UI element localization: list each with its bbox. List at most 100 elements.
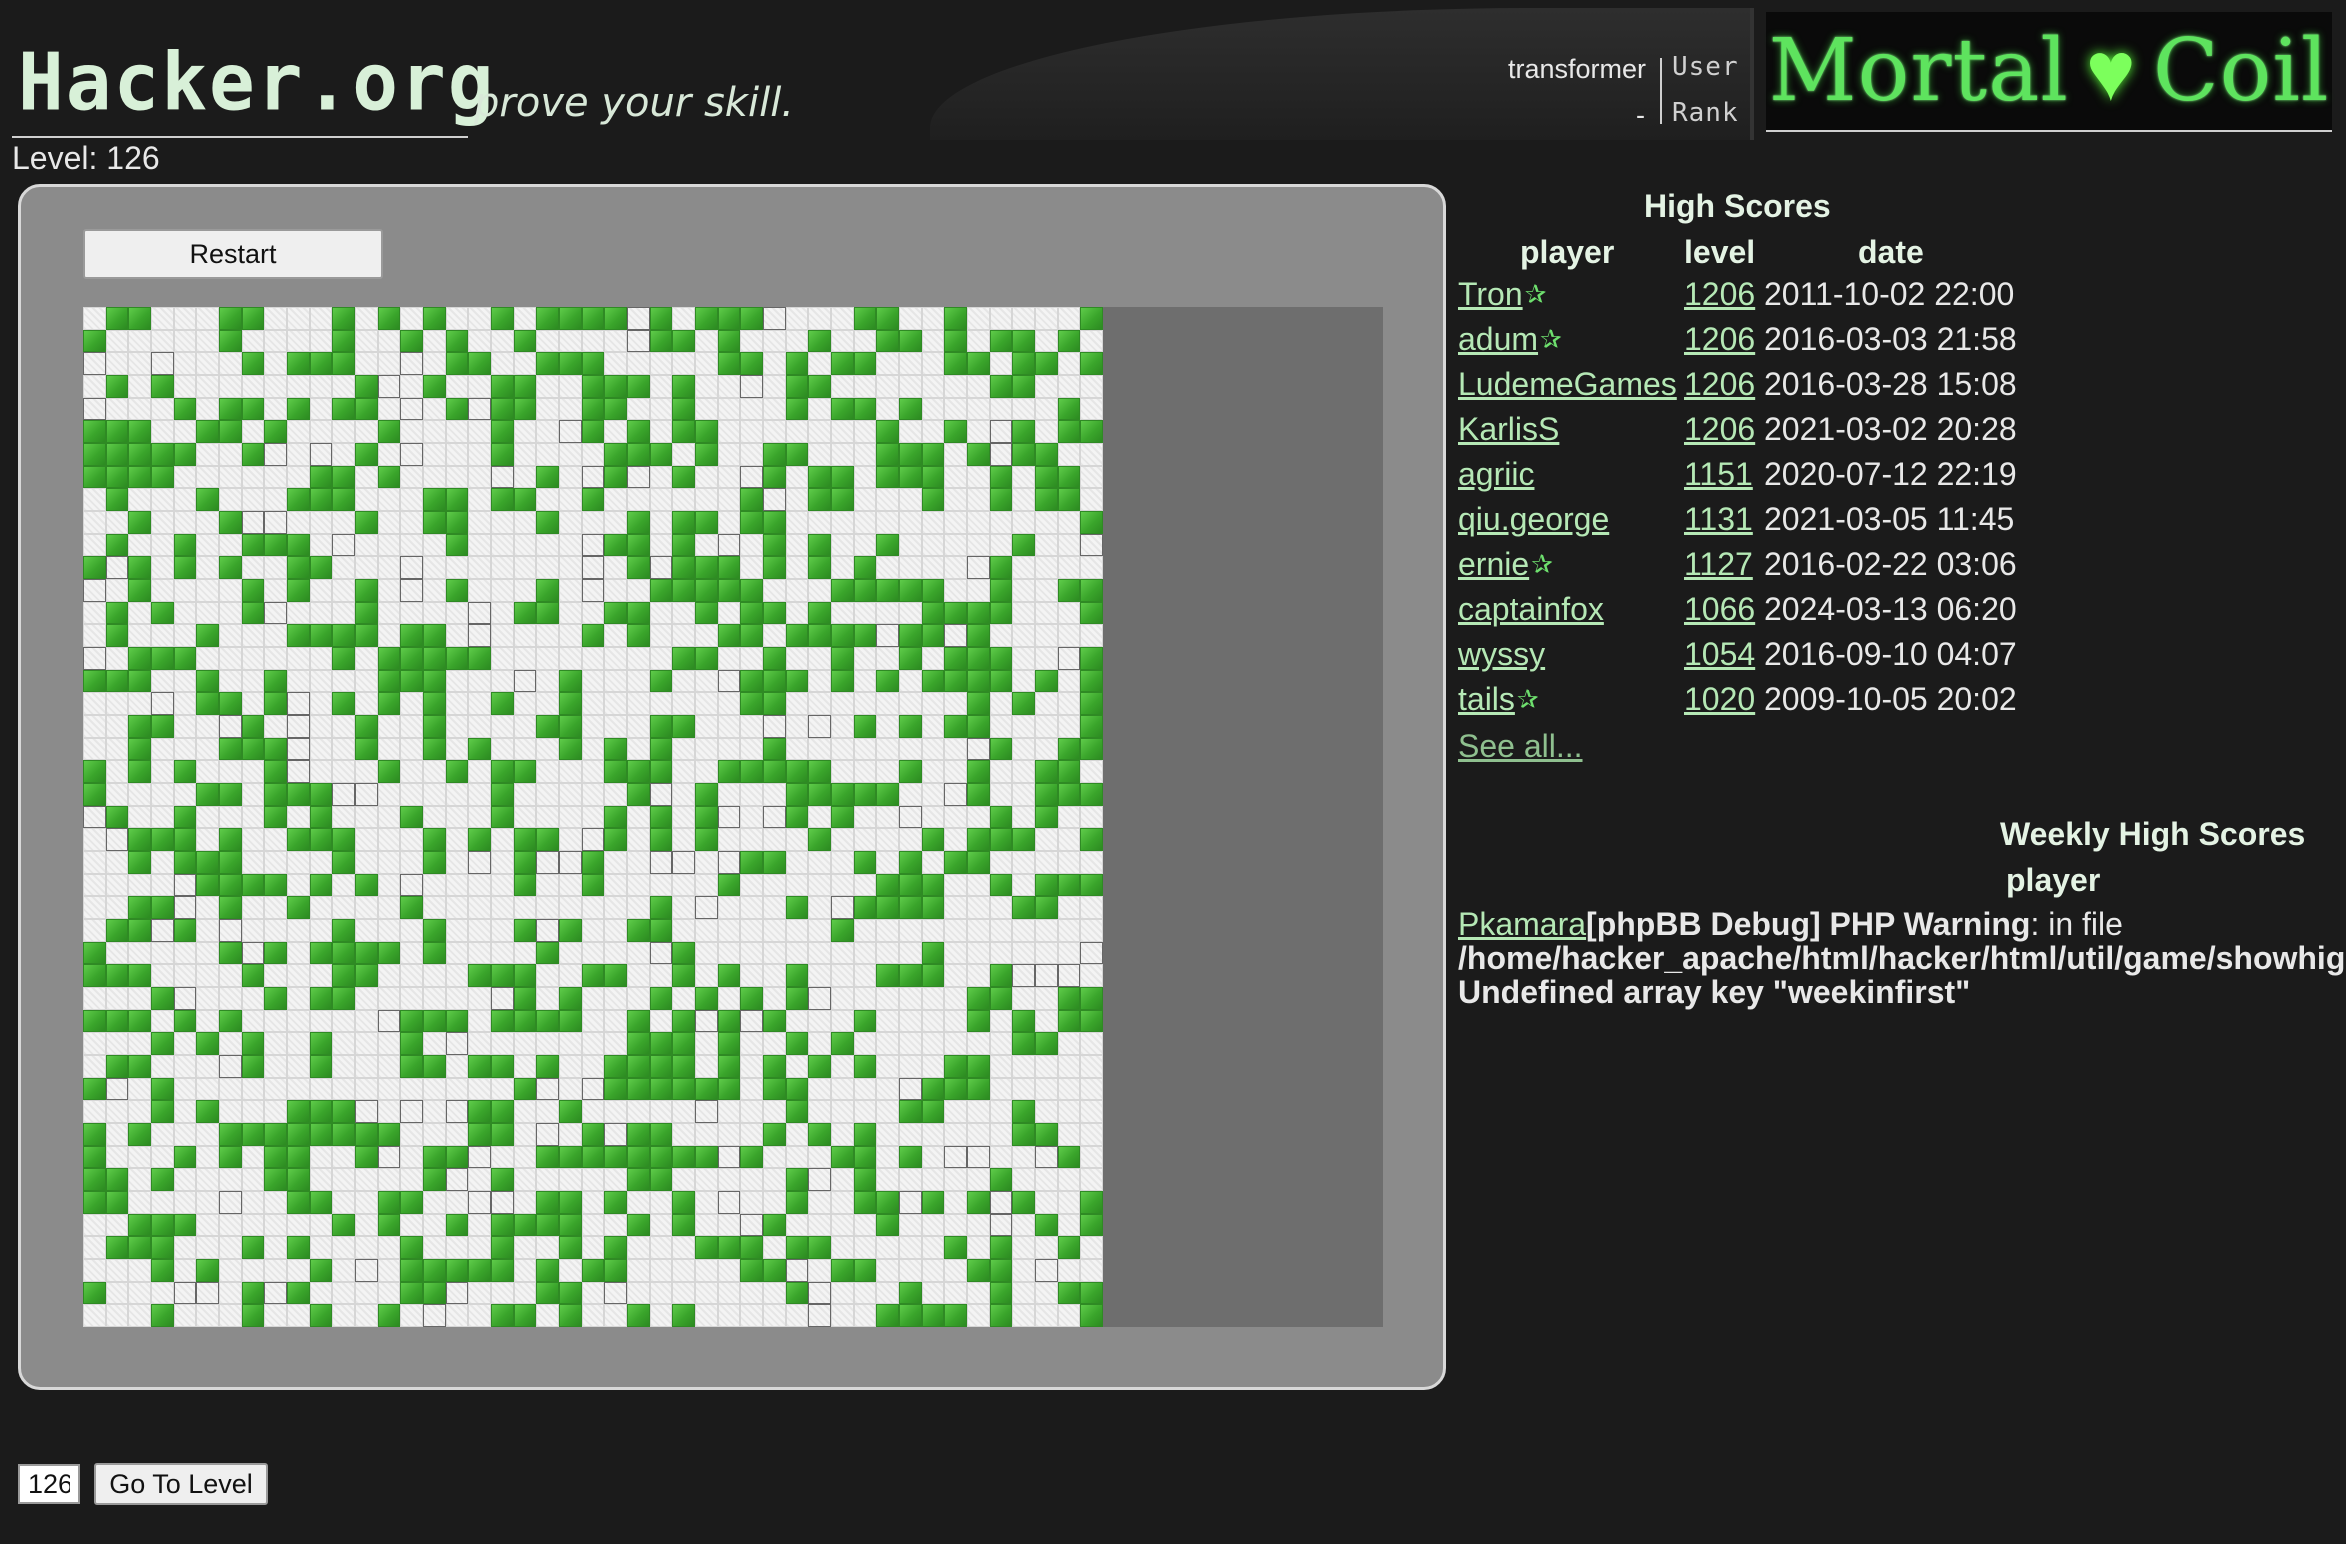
wall-cell[interactable] <box>989 873 1013 897</box>
wall-cell[interactable] <box>513 986 537 1010</box>
wall-cell[interactable] <box>286 1281 310 1305</box>
board-cell[interactable] <box>332 714 355 738</box>
wall-cell[interactable] <box>422 737 446 761</box>
board-cell[interactable] <box>898 488 922 511</box>
board-cell[interactable] <box>558 782 582 806</box>
board-cell[interactable] <box>1012 1304 1035 1327</box>
wall-cell[interactable] <box>717 1236 741 1259</box>
board-cell[interactable] <box>445 420 469 443</box>
board-cell[interactable] <box>921 397 945 421</box>
board-cell[interactable] <box>468 941 491 965</box>
board-cell[interactable] <box>513 1190 537 1214</box>
board-cell[interactable] <box>377 1168 401 1191</box>
board-cell[interactable] <box>921 918 945 942</box>
wall-cell[interactable] <box>717 873 741 897</box>
wall-cell[interactable] <box>83 465 106 489</box>
wall-cell[interactable] <box>128 578 151 602</box>
wall-cell[interactable] <box>1034 805 1058 829</box>
board-cell[interactable] <box>808 873 831 897</box>
board-cell[interactable] <box>717 510 741 534</box>
board-cell[interactable] <box>128 941 151 965</box>
board-cell[interactable] <box>83 805 106 829</box>
board-cell[interactable] <box>808 692 831 715</box>
board-cell[interactable] <box>468 510 491 534</box>
board-cell[interactable] <box>966 1236 990 1259</box>
board-cell[interactable] <box>354 329 378 353</box>
board-cell[interactable] <box>150 805 174 829</box>
board-cell[interactable] <box>762 828 786 851</box>
wall-cell[interactable] <box>332 488 355 511</box>
wall-cell[interactable] <box>808 1122 831 1146</box>
board-cell[interactable] <box>445 782 469 806</box>
board-cell[interactable] <box>762 578 786 602</box>
board-cell[interactable] <box>1034 556 1058 579</box>
board-cell[interactable] <box>1080 465 1103 489</box>
wall-cell[interactable] <box>264 986 287 1010</box>
wall-cell[interactable] <box>309 352 333 375</box>
wall-cell[interactable] <box>173 1009 197 1033</box>
board-cell[interactable] <box>445 737 469 761</box>
board-cell[interactable] <box>808 1168 831 1191</box>
wall-cell[interactable] <box>218 737 242 761</box>
board-cell[interactable] <box>468 1281 491 1305</box>
board-cell[interactable] <box>513 578 537 602</box>
wall-cell[interactable] <box>944 1054 967 1078</box>
board-cell[interactable] <box>717 805 741 829</box>
wall-cell[interactable] <box>558 986 582 1010</box>
wall-cell[interactable] <box>808 828 831 851</box>
board-cell[interactable] <box>604 714 627 738</box>
board-cell[interactable] <box>83 352 106 375</box>
board-cell[interactable] <box>354 986 378 1010</box>
board-cell[interactable] <box>762 941 786 965</box>
wall-cell[interactable] <box>808 488 831 511</box>
wall-cell[interactable] <box>445 760 469 783</box>
wall-cell[interactable] <box>626 918 650 942</box>
board-cell[interactable] <box>1034 1009 1058 1033</box>
board-cell[interactable] <box>785 1122 809 1146</box>
wall-cell[interactable] <box>105 533 129 557</box>
board-cell[interactable] <box>558 1258 582 1282</box>
wall-cell[interactable] <box>400 1009 423 1033</box>
wall-cell[interactable] <box>876 1304 899 1327</box>
wall-cell[interactable] <box>218 896 242 919</box>
board-cell[interactable] <box>150 760 174 783</box>
board-cell[interactable] <box>196 601 219 625</box>
board-cell[interactable] <box>808 1100 831 1123</box>
board-cell[interactable] <box>105 1145 129 1169</box>
board-cell[interactable] <box>1057 964 1081 987</box>
wall-cell[interactable] <box>354 601 378 625</box>
wall-cell[interactable] <box>309 782 333 806</box>
wall-cell[interactable] <box>1080 828 1103 851</box>
wall-cell[interactable] <box>1080 873 1103 897</box>
wall-cell[interactable] <box>332 329 355 353</box>
board-cell[interactable] <box>196 986 219 1010</box>
board-cell[interactable] <box>173 714 197 738</box>
board-cell[interactable] <box>83 578 106 602</box>
board-cell[interactable] <box>762 1145 786 1169</box>
board-cell[interactable] <box>898 556 922 579</box>
wall-cell[interactable] <box>989 556 1013 579</box>
wall-cell[interactable] <box>400 1190 423 1214</box>
board-cell[interactable] <box>966 397 990 421</box>
board-cell[interactable] <box>853 442 877 466</box>
wall-cell[interactable] <box>944 714 967 738</box>
board-cell[interactable] <box>966 918 990 942</box>
wall-cell[interactable] <box>128 964 151 987</box>
board-cell[interactable] <box>241 624 265 647</box>
board-cell[interactable] <box>876 556 899 579</box>
board-cell[interactable] <box>1080 1054 1103 1078</box>
board-cell[interactable] <box>218 1281 242 1305</box>
wall-cell[interactable] <box>105 669 129 693</box>
board-cell[interactable] <box>581 1168 605 1191</box>
board-cell[interactable] <box>468 578 491 602</box>
board-cell[interactable] <box>536 1304 559 1327</box>
wall-cell[interactable] <box>173 1213 197 1237</box>
wall-cell[interactable] <box>400 1032 423 1055</box>
board-cell[interactable] <box>717 1100 741 1123</box>
board-cell[interactable] <box>921 1032 945 1055</box>
board-cell[interactable] <box>989 714 1013 738</box>
wall-cell[interactable] <box>740 850 763 874</box>
wall-cell[interactable] <box>581 873 605 897</box>
board-cell[interactable] <box>966 1213 990 1237</box>
board-cell[interactable] <box>830 1168 854 1191</box>
